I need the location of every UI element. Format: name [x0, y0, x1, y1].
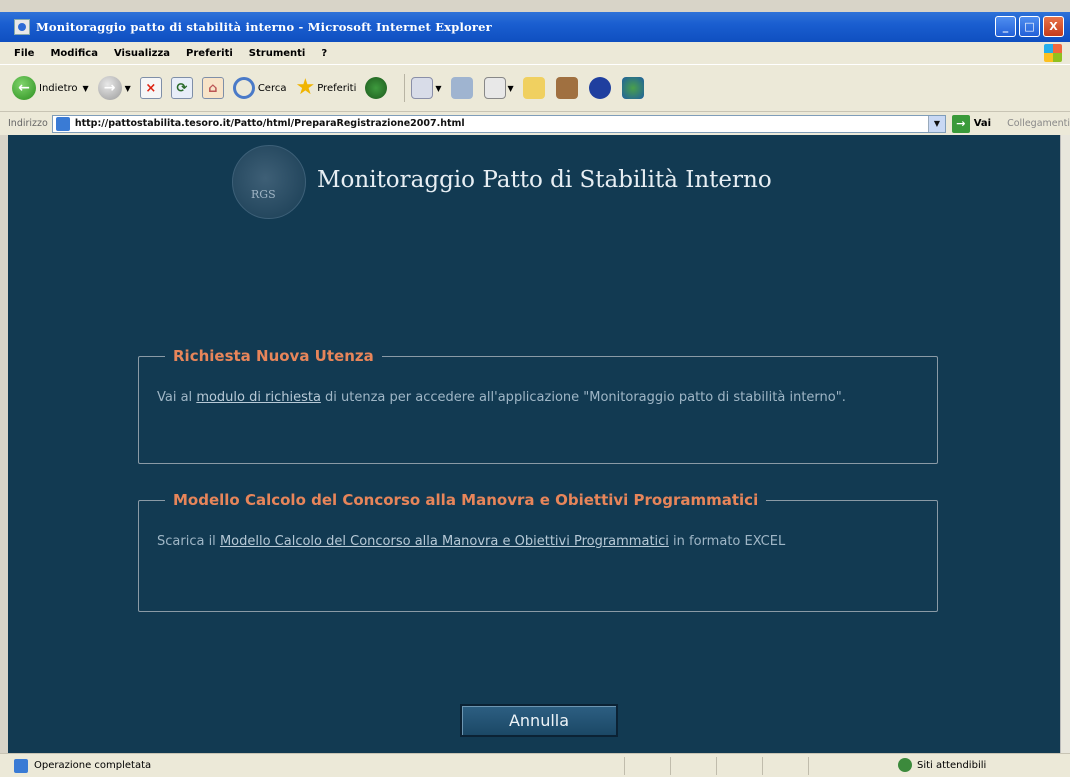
menu-bar: File Modifica Visualizza Preferiti Strum…	[0, 42, 1070, 64]
address-dropdown-icon[interactable]: ▼	[928, 115, 945, 132]
messenger-icon[interactable]	[621, 77, 644, 99]
go-button[interactable]: Vai	[974, 118, 991, 129]
favorites-label: Preferiti	[317, 82, 357, 94]
address-bar: Indirizzo http://pattostabilita.tesoro.i…	[0, 112, 1070, 135]
search-button[interactable]: Cerca	[232, 77, 287, 99]
links-label[interactable]: Collegamenti	[1007, 118, 1070, 129]
close-button[interactable]: X	[1043, 16, 1064, 37]
maximize-button[interactable]: □	[1019, 16, 1040, 37]
ie-app-icon	[14, 19, 30, 35]
calc-model-link[interactable]: Modello Calcolo del Concorso alla Manovr…	[220, 534, 669, 549]
section-new-user-text: Vai al modulo di richiesta di utenza per…	[157, 389, 919, 406]
status-page-icon	[14, 758, 28, 773]
media-icon[interactable]	[365, 77, 388, 99]
menu-strumenti[interactable]: Strumenti	[249, 48, 306, 59]
trusted-sites-icon	[898, 758, 912, 772]
page-title: Monitoraggio Patto di Stabilità Interno	[317, 167, 772, 193]
menu-modifica[interactable]: Modifica	[50, 48, 98, 59]
back-button[interactable]: ← Indietro ▼	[12, 76, 89, 100]
rgs-logo	[232, 145, 306, 219]
window-titlebar[interactable]: Monitoraggio patto di stabilità interno …	[0, 12, 1070, 42]
section-calc-model-text-after: in formato EXCEL	[668, 534, 786, 549]
edit-icon[interactable]	[483, 77, 506, 99]
section-new-user-text-after: di utenza per accedere all'applicazione …	[320, 390, 846, 405]
page-content: RGS Monitoraggio Patto di Stabilità Inte…	[8, 135, 1060, 753]
research-wrap	[555, 77, 580, 99]
menu-visualizza[interactable]: Visualizza	[114, 48, 170, 59]
stop-wrap: ×	[139, 77, 162, 99]
mail-wrap: ▼	[411, 77, 442, 99]
discuss-icon[interactable]	[522, 77, 545, 99]
window-controls: _ □ X	[995, 16, 1064, 37]
section-new-user-title: Richiesta Nuova Utenza	[173, 347, 374, 365]
windows-logo-icon	[1044, 44, 1062, 62]
discuss-wrap	[522, 77, 547, 99]
back-label: Indietro	[39, 82, 78, 94]
favorites-star-icon: ★	[295, 75, 316, 100]
rgs-logo-text: RGS	[251, 188, 276, 201]
vertical-scrollbar[interactable]	[1060, 135, 1070, 753]
research-icon[interactable]	[555, 77, 578, 99]
toolbar-separator	[404, 74, 406, 102]
edit-dropdown-icon[interactable]: ▼	[508, 84, 514, 93]
cancel-button[interactable]: Annulla	[460, 704, 618, 737]
status-cells	[624, 757, 854, 775]
bluetooth-wrap	[588, 77, 613, 99]
stop-icon[interactable]: ×	[139, 77, 162, 99]
forward-arrow-icon: →	[97, 76, 122, 100]
section-calc-model-text-before: Scarica il	[157, 534, 220, 549]
menu-preferiti[interactable]: Preferiti	[186, 48, 233, 59]
search-label: Cerca	[257, 82, 287, 94]
back-dropdown-icon[interactable]: ▼	[83, 84, 89, 93]
section-new-user-text-before: Vai al	[157, 390, 197, 405]
go-arrow-icon[interactable]: →	[952, 114, 970, 133]
print-icon[interactable]	[450, 77, 473, 99]
mail-dropdown-icon[interactable]: ▼	[435, 84, 441, 93]
status-text: Operazione completata	[34, 760, 152, 771]
mail-icon[interactable]	[411, 77, 434, 99]
home-wrap: ⌂	[201, 77, 224, 99]
forward-dropdown-icon[interactable]: ▼	[125, 84, 131, 93]
menu-file[interactable]: File	[14, 48, 34, 59]
search-icon	[232, 77, 255, 99]
window-title: Monitoraggio patto di stabilità interno …	[36, 20, 492, 34]
toolbar: ← Indietro ▼ → ▼ × ⟳ ⌂ Cerca ★ Preferiti…	[0, 64, 1070, 112]
minimize-button[interactable]: _	[995, 16, 1016, 37]
section-calc-model-title: Modello Calcolo del Concorso alla Manovr…	[173, 491, 759, 509]
zone-label: Siti attendibili	[917, 759, 987, 771]
request-form-link[interactable]: modulo di richiesta	[196, 390, 321, 405]
refresh-wrap: ⟳	[170, 77, 193, 99]
status-bar: Operazione completata Siti attendibili	[0, 753, 1070, 777]
address-label: Indirizzo	[8, 118, 48, 129]
forward-button[interactable]: → ▼	[97, 76, 131, 100]
security-zone: Siti attendibili	[898, 758, 986, 772]
home-icon[interactable]: ⌂	[201, 77, 224, 99]
section-calc-model-text: Scarica il Modello Calcolo del Concorso …	[157, 533, 919, 550]
page-icon	[55, 116, 70, 131]
back-arrow-icon: ←	[12, 76, 36, 100]
address-input[interactable]: http://pattostabilita.tesoro.it/Patto/ht…	[51, 114, 946, 133]
refresh-icon[interactable]: ⟳	[170, 77, 193, 99]
print-wrap	[450, 77, 475, 99]
messenger-wrap	[621, 77, 646, 99]
edit-wrap: ▼	[483, 77, 514, 99]
section-calc-model: Modello Calcolo del Concorso alla Manovr…	[138, 491, 938, 612]
bluetooth-icon[interactable]	[588, 77, 611, 99]
menu-help[interactable]: ?	[321, 48, 327, 59]
section-new-user: Richiesta Nuova Utenza Vai al modulo di …	[138, 347, 938, 464]
favorites-button[interactable]: ★ Preferiti	[295, 77, 356, 99]
address-url: http://pattostabilita.tesoro.it/Patto/ht…	[74, 118, 465, 129]
media-wrap	[365, 77, 389, 99]
